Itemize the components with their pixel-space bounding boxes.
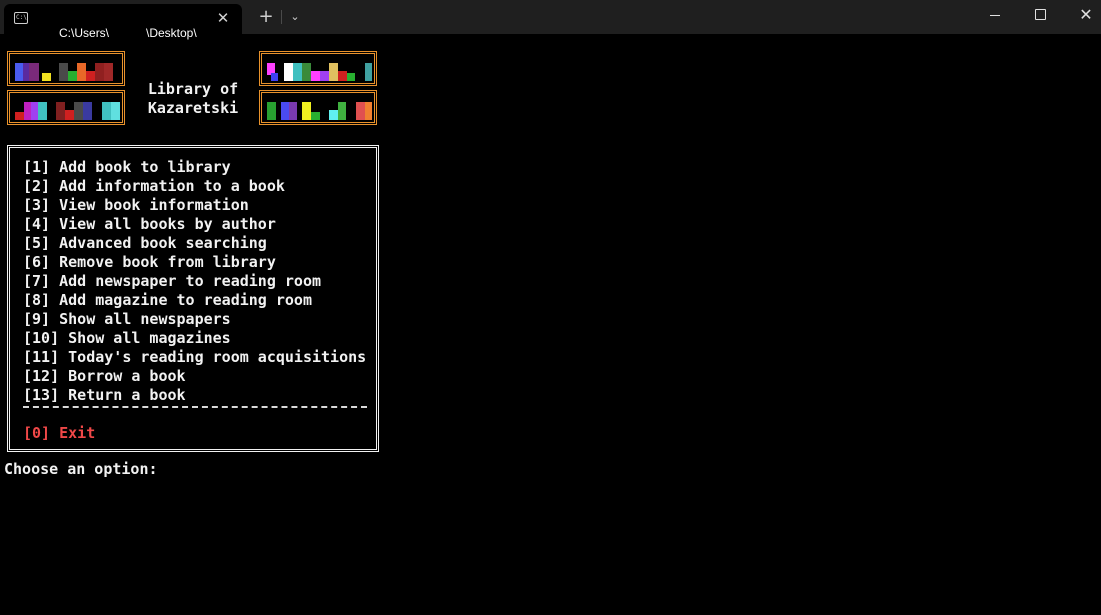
menu-item-todays-acquisitions: [11] Today's reading room acquisitions xyxy=(23,348,367,366)
terminal-tab[interactable]: C:\ C:\Users\ \Desktop\ ✕ xyxy=(4,4,242,40)
library-title-line1: Library of xyxy=(147,80,239,98)
new-tab-button[interactable]: + xyxy=(256,6,276,28)
main-menu: [1] Add book to library [2] Add informat… xyxy=(7,145,379,452)
library-title: Library of Kazaretski xyxy=(140,80,246,118)
bookshelf-art xyxy=(7,51,125,86)
menu-item-return-book: [13] Return a book xyxy=(23,386,186,404)
menu-item-add-newspaper: [7] Add newspaper to reading room xyxy=(23,272,322,290)
close-window-button[interactable]: ✕ xyxy=(1063,0,1101,32)
menu-item-add-information: [2] Add information to a book xyxy=(23,177,285,195)
title-bar: C:\ C:\Users\ \Desktop\ ✕ + ⌄ ✕ xyxy=(0,0,1101,40)
tab-separator xyxy=(281,10,282,24)
menu-item-view-book-information: [3] View book information xyxy=(23,196,249,214)
bookshelf-books-icon xyxy=(267,102,372,120)
menu-item-add-magazine: [8] Add magazine to reading room xyxy=(23,291,312,309)
minimize-button[interactable] xyxy=(972,0,1018,32)
bookshelf-books-icon xyxy=(15,63,113,81)
option-prompt[interactable]: Choose an option: xyxy=(4,460,158,479)
menu-item-remove-book: [6] Remove book from library xyxy=(23,253,276,271)
tab-title-path-end: \Desktop\ xyxy=(146,26,197,40)
menu-item-advanced-search: [5] Advanced book searching xyxy=(23,234,267,252)
bookshelf-books-icon xyxy=(15,102,120,120)
bookshelf-art xyxy=(259,51,377,86)
bookshelf-art xyxy=(7,90,125,125)
terminal-icon: C:\ xyxy=(14,12,28,24)
maximize-icon xyxy=(1035,9,1046,20)
minimize-icon xyxy=(990,15,1000,16)
menu-item-show-magazines: [10] Show all magazines xyxy=(23,329,231,347)
prompt-text: Choose an option: xyxy=(4,460,158,478)
menu-divider xyxy=(23,406,367,408)
tab-title-path-start: C:\Users\ xyxy=(59,26,110,40)
library-title-line2: Kazaretski xyxy=(147,99,239,117)
menu-item-show-newspapers: [9] Show all newspapers xyxy=(23,310,231,328)
menu-list: [1] Add book to library [2] Add informat… xyxy=(23,158,366,405)
tab-title: C:\Users\ \Desktop\ xyxy=(39,12,197,54)
bookshelf-books-icon xyxy=(267,63,372,81)
menu-item-add-book: [1] Add book to library xyxy=(23,158,231,176)
menu-item-exit: [0] Exit xyxy=(23,424,96,442)
bookshelf-art xyxy=(259,90,377,125)
chevron-down-icon[interactable]: ⌄ xyxy=(285,7,305,27)
menu-item-borrow-book: [12] Borrow a book xyxy=(23,367,186,385)
tab-close-icon[interactable]: ✕ xyxy=(214,9,232,27)
menu-item-view-books-by-author: [4] View all books by author xyxy=(23,215,276,233)
maximize-button[interactable] xyxy=(1017,0,1063,32)
